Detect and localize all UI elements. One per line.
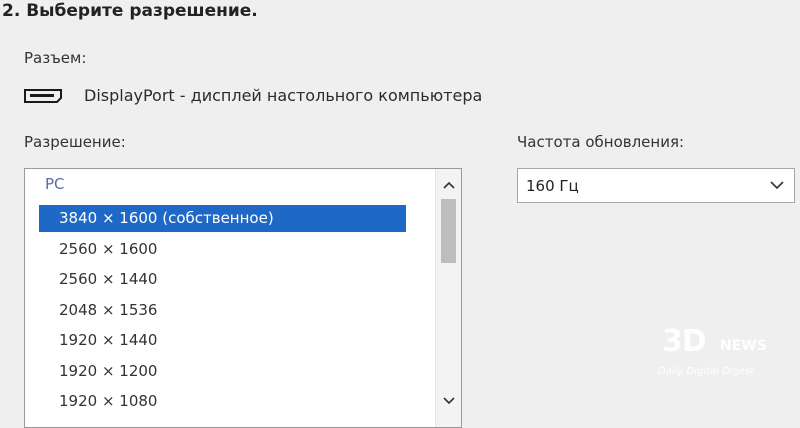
refresh-rate-select[interactable]: 160 Гц: [517, 168, 795, 203]
resolution-item[interactable]: 2560 × 1440: [39, 266, 406, 293]
resolution-item[interactable]: 1920 × 1200: [39, 358, 406, 385]
scroll-down-button[interactable]: [436, 389, 461, 413]
connector-label: Разъем:: [24, 49, 87, 67]
connector-name: DisplayPort - дисплей настольного компью…: [84, 86, 483, 105]
watermark-tagline: Daily Digital Digest: [658, 366, 755, 377]
group-header-pc: PC: [45, 175, 65, 193]
chevron-up-icon: [442, 181, 455, 189]
resolution-item[interactable]: 2560 × 1600: [39, 236, 406, 263]
scroll-up-button[interactable]: [436, 173, 461, 197]
watermark-brand: 3D: [662, 324, 707, 359]
watermark-news: NEWS: [720, 338, 767, 354]
resolution-item[interactable]: 1920 × 1080: [39, 388, 406, 415]
watermark-logo: 3D NEWS Daily Digital Digest: [648, 322, 798, 390]
connector-row: DisplayPort - дисплей настольного компью…: [24, 86, 482, 105]
resolution-item[interactable]: 1920 × 1440: [39, 327, 406, 354]
resolution-list[interactable]: PC 3840 × 1600 (собственное) 2560 × 1600…: [24, 168, 462, 428]
refresh-rate-value: 160 Гц: [526, 176, 579, 195]
resolution-label: Разрешение:: [24, 133, 126, 151]
chevron-down-icon: [770, 181, 784, 190]
scroll-thumb[interactable]: [441, 199, 456, 263]
resolution-scrollbar[interactable]: [435, 169, 461, 427]
resolution-item[interactable]: 2048 × 1536: [39, 297, 406, 324]
refresh-rate-label: Частота обновления:: [517, 133, 685, 151]
chevron-down-icon: [442, 397, 455, 405]
step-title: 2. Выберите разрешение.: [2, 1, 258, 21]
resolution-item-selected[interactable]: 3840 × 1600 (собственное): [39, 205, 406, 232]
displayport-icon: [24, 88, 62, 103]
